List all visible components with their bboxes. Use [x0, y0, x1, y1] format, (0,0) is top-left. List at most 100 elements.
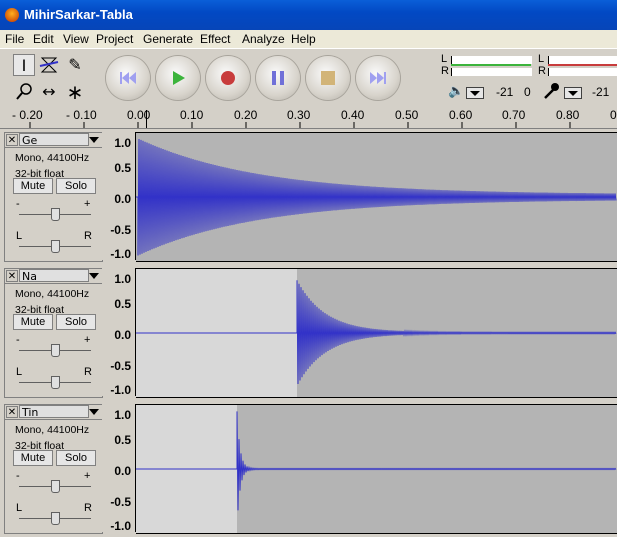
scale-label: -0.5 — [110, 359, 131, 373]
scale-label: 1.0 — [114, 136, 131, 150]
track-header: ✕ Ge — [5, 133, 102, 148]
track-na: ✕ Na Mono, 44100Hz 32-bit float Mute Sol… — [0, 266, 617, 400]
record-icon — [221, 71, 235, 85]
meter-toolbar: L R L R 🔈 -21 0 -21 — [428, 51, 617, 105]
scale-label: 1.0 — [114, 408, 131, 422]
track-tin: ✕ Tin Mono, 44100Hz 32-bit float Mute So… — [0, 402, 617, 536]
scale-label: -1.0 — [110, 247, 131, 261]
envelope-tool-icon[interactable] — [38, 54, 60, 76]
waveform — [136, 411, 617, 511]
waveform-display[interactable] — [136, 268, 617, 398]
track-format: Mono, 44100Hz — [15, 424, 90, 436]
pan-slider[interactable] — [19, 375, 91, 389]
play-meter-right — [451, 68, 532, 76]
title-bar: MihirSarkar-Tabla — [0, 0, 617, 30]
waveform — [136, 280, 617, 385]
waveform-display[interactable] — [136, 404, 617, 534]
gain-slider[interactable] — [19, 207, 91, 221]
rec-meter-level — [548, 64, 617, 66]
rec-meter-left — [548, 56, 617, 64]
menu-analyze[interactable]: Analyze — [242, 32, 285, 46]
scale-label: -1.0 — [110, 383, 131, 397]
menu-effect[interactable]: Effect — [200, 32, 230, 46]
mute-button[interactable]: Mute — [13, 178, 53, 194]
rec-meter-right-label: R — [538, 65, 546, 77]
ruler-cursor — [146, 110, 147, 128]
track-name-menu[interactable]: Na — [19, 269, 89, 283]
solo-button[interactable]: Solo — [56, 314, 96, 330]
toolbar: I ✎ ↔ ∗ L R L R 🔈 -21 0 -21 — [0, 48, 617, 107]
scale-label: 0.0 — [114, 192, 131, 206]
track-menu-arrow-icon[interactable] — [89, 273, 99, 279]
play-icon — [173, 71, 185, 85]
waveform — [136, 138, 617, 256]
zoom-tool-icon[interactable] — [13, 81, 35, 103]
rec-meter-left-label: L — [538, 53, 545, 65]
solo-button[interactable]: Solo — [56, 450, 96, 466]
scale-label: 0.0 — [114, 464, 131, 478]
menu-bar: File Edit View Project Generate Effect A… — [0, 30, 617, 48]
play-meter-dropdown[interactable] — [466, 87, 484, 99]
track-name-menu[interactable]: Ge — [19, 133, 89, 147]
multi-tool-icon[interactable]: ∗ — [64, 81, 86, 103]
scale-label: 0.5 — [114, 433, 131, 447]
microphone-icon[interactable] — [542, 81, 562, 101]
close-track-button[interactable]: ✕ — [6, 270, 18, 282]
rec-meter-dropdown[interactable] — [564, 87, 582, 99]
rec-meter-right — [548, 68, 617, 76]
stop-icon — [321, 71, 335, 85]
mute-button[interactable]: Mute — [13, 314, 53, 330]
vertical-ruler: 1.0 0.5 0.0 -0.5 -1.0 — [102, 404, 136, 533]
scale-label: 1.0 — [114, 272, 131, 286]
play-button[interactable] — [156, 56, 200, 100]
waveform-display[interactable] — [136, 132, 617, 262]
menu-file[interactable]: File — [5, 32, 24, 46]
menu-project[interactable]: Project — [96, 32, 133, 46]
gain-slider[interactable] — [19, 343, 91, 357]
scale-label: -0.5 — [110, 495, 131, 509]
track-format: Mono, 44100Hz — [15, 152, 90, 164]
track-header: ✕ Tin — [5, 405, 102, 420]
close-track-button[interactable]: ✕ — [6, 134, 18, 146]
speaker-icon[interactable]: 🔈 — [448, 84, 464, 99]
skip-start-icon — [120, 72, 136, 84]
window-title: MihirSarkar-Tabla — [24, 7, 133, 22]
skip-end-button[interactable] — [356, 56, 400, 100]
track-header: ✕ Na — [5, 269, 102, 284]
track-menu-arrow-icon[interactable] — [89, 409, 99, 415]
app-icon — [5, 8, 19, 22]
pan-slider[interactable] — [19, 239, 91, 253]
vertical-ruler: 1.0 0.5 0.0 -0.5 -1.0 — [102, 132, 136, 261]
pause-icon — [272, 71, 284, 85]
play-meter-right-label: R — [441, 65, 449, 77]
play-meter-left-label: L — [441, 53, 448, 65]
mute-button[interactable]: Mute — [13, 450, 53, 466]
skip-start-button[interactable] — [106, 56, 150, 100]
menu-view[interactable]: View — [63, 32, 89, 46]
menu-help[interactable]: Help — [291, 32, 316, 46]
record-button[interactable] — [206, 56, 250, 100]
close-track-button[interactable]: ✕ — [6, 406, 18, 418]
selection-tool-icon[interactable]: I — [13, 54, 35, 76]
scale-label: -1.0 — [110, 519, 131, 533]
timeline-ruler[interactable]: - 0.20 - 0.10 0.00 0.10 0.20 0.30 0.40 0… — [0, 106, 617, 129]
play-meter-left — [451, 56, 532, 64]
menu-edit[interactable]: Edit — [33, 32, 54, 46]
scale-label: 0.5 — [114, 161, 131, 175]
solo-button[interactable]: Solo — [56, 178, 96, 194]
rec-meter-db: -21 — [592, 85, 610, 99]
stop-button[interactable] — [306, 56, 350, 100]
pan-slider[interactable] — [19, 511, 91, 525]
pause-button[interactable] — [256, 56, 300, 100]
track-name-menu[interactable]: Tin — [19, 405, 89, 419]
scale-label: 0.0 — [114, 328, 131, 342]
scale-label: -0.5 — [110, 223, 131, 237]
gain-slider[interactable] — [19, 479, 91, 493]
track-menu-arrow-icon[interactable] — [89, 137, 99, 143]
timeshift-tool-icon[interactable]: ↔ — [38, 81, 60, 103]
track-control-panel: ✕ Ge Mono, 44100Hz 32-bit float Mute Sol… — [4, 132, 103, 262]
draw-tool-icon[interactable]: ✎ — [64, 54, 86, 76]
play-meter-db: -21 — [496, 85, 514, 99]
track-ge: ✕ Ge Mono, 44100Hz 32-bit float Mute Sol… — [0, 130, 617, 264]
menu-generate[interactable]: Generate — [143, 32, 193, 46]
